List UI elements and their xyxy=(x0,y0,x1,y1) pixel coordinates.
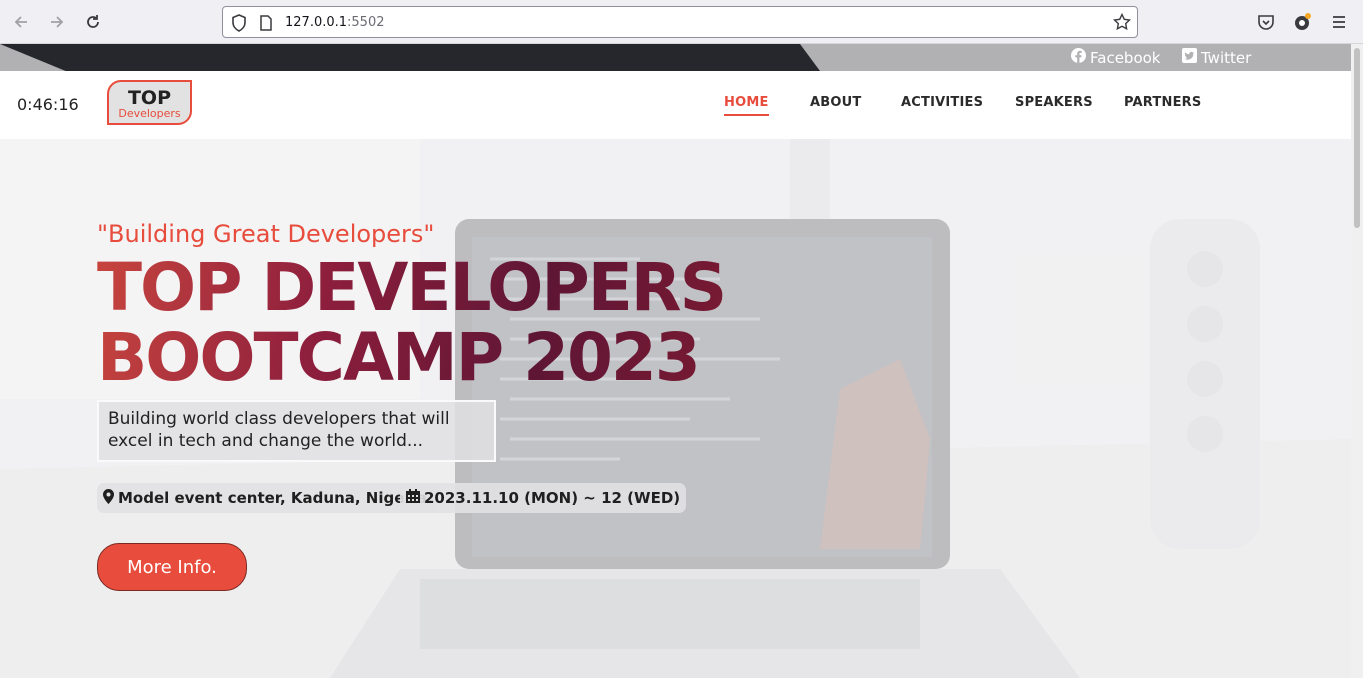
calendar-icon xyxy=(406,489,420,507)
social-bar-dark-band xyxy=(0,44,820,71)
hero-description: Building world class developers that wil… xyxy=(97,400,496,462)
twitter-link[interactable]: Twitter xyxy=(1182,48,1251,67)
facebook-label: Facebook xyxy=(1090,48,1161,67)
social-bar: Facebook Twitter xyxy=(0,44,1351,71)
hero-title: TOP DEVELOPERS BOOTCAMP 2023 xyxy=(97,253,725,393)
twitter-label: Twitter xyxy=(1201,48,1252,67)
url-bar[interactable]: 127.0.0.1:5502 xyxy=(222,6,1138,38)
nav-about[interactable]: ABOUT xyxy=(810,95,861,110)
menu-icon[interactable] xyxy=(1328,11,1350,33)
nav-home[interactable]: HOME xyxy=(724,95,769,116)
site-logo[interactable]: TOP Developers xyxy=(107,80,192,125)
map-marker-icon xyxy=(103,488,114,508)
url-host: 127.0.0.1 xyxy=(285,15,348,30)
url-text: 127.0.0.1:5502 xyxy=(285,15,385,30)
scrollbar-thumb[interactable] xyxy=(1354,48,1360,228)
logo-sub-text: Developers xyxy=(118,107,181,120)
site-header: 0:46:16 TOP Developers HOME ABOUT ACTIVI… xyxy=(0,71,1351,139)
hero-tagline: "Building Great Developers" xyxy=(97,220,435,248)
location-badge: Model event center, Kaduna, Nigeria. xyxy=(97,483,439,513)
nav-activities[interactable]: ACTIVITIES xyxy=(901,95,983,110)
reload-icon[interactable] xyxy=(82,11,104,33)
shield-icon[interactable] xyxy=(231,14,247,37)
page-icon xyxy=(259,15,273,36)
date-text: 2023.11.10 (MON) ~ 12 (WED) xyxy=(424,489,681,507)
browser-toolbar: 127.0.0.1:5502 xyxy=(0,0,1363,44)
pocket-icon[interactable] xyxy=(1255,11,1277,33)
location-text: Model event center, Kaduna, Nigeria. xyxy=(118,489,433,507)
logo-top-text: TOP xyxy=(127,87,172,109)
page-scrollbar[interactable] xyxy=(1351,44,1363,678)
date-badge: 2023.11.10 (MON) ~ 12 (WED) xyxy=(400,483,687,513)
url-port: :5502 xyxy=(347,15,385,30)
bookmark-star-icon[interactable] xyxy=(1112,12,1132,36)
back-arrow-icon[interactable] xyxy=(10,11,32,33)
facebook-icon xyxy=(1071,48,1086,67)
nav-partners[interactable]: PARTNERS xyxy=(1124,95,1201,110)
more-info-button[interactable]: More Info. xyxy=(97,543,247,591)
hero-section: "Building Great Developers" TOP DEVELOPE… xyxy=(0,139,1351,678)
forward-arrow-icon[interactable] xyxy=(46,11,68,33)
hero-title-line-1: TOP DEVELOPERS xyxy=(97,249,726,326)
facebook-link[interactable]: Facebook xyxy=(1071,48,1160,67)
hero-title-line-2: BOOTCAMP 2023 xyxy=(97,319,699,396)
nav-speakers[interactable]: SPEAKERS xyxy=(1015,95,1093,110)
clock: 0:46:16 xyxy=(17,95,79,114)
twitter-icon xyxy=(1182,48,1197,67)
extension-icon[interactable] xyxy=(1291,11,1313,33)
